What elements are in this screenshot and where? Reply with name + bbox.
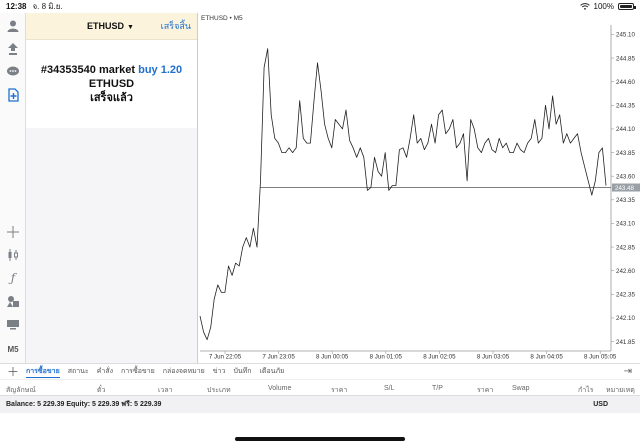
- battery-icon: [618, 3, 636, 10]
- x-tick-label: 8 Jun 05:05: [584, 354, 617, 361]
- status-time: 12:38: [6, 2, 27, 11]
- column-header[interactable]: S/L: [384, 385, 395, 392]
- price-series-line: [199, 48, 607, 341]
- tabs-container: การซื้อขาย สถานะ คำสั่ง การซื้อขาย กล่องจดหม…: [26, 366, 292, 378]
- column-header[interactable]: ราคา: [331, 385, 347, 396]
- done-button[interactable]: เสร็จสิ้น: [161, 19, 191, 33]
- y-tick-label: 243.35: [616, 197, 635, 204]
- column-header[interactable]: ราคา: [477, 385, 493, 396]
- column-header[interactable]: Volume: [268, 385, 291, 392]
- y-tick-label: 242.85: [616, 244, 635, 251]
- x-tick-label: 8 Jun 02:05: [423, 354, 456, 361]
- balance-row: Balance: 5 229.39 Equity: 5 229.39 ฟรี: …: [0, 396, 640, 413]
- tab-2[interactable]: คำสั่ง: [97, 366, 113, 378]
- chart-title: ETHUSD • M5: [201, 15, 243, 22]
- chevron-down-icon: ▼: [127, 24, 134, 31]
- column-header[interactable]: ประเภท: [207, 385, 231, 396]
- tab-4[interactable]: กล่องจดหมาย: [163, 366, 205, 378]
- order-action: buy 1.20: [138, 64, 183, 76]
- tab-3[interactable]: การซื้อขาย: [121, 366, 155, 378]
- column-header[interactable]: ตั๋ว: [97, 385, 105, 396]
- y-tick-label: 242.35: [616, 292, 635, 299]
- order-id: #34353540 market: [40, 64, 136, 76]
- home-indicator: [235, 437, 405, 441]
- y-tick-label: 244.85: [616, 55, 635, 62]
- order-symbol: ETHUSD: [88, 78, 135, 90]
- add-icon[interactable]: ＋: [0, 363, 26, 380]
- candles-icon[interactable]: [4, 246, 22, 264]
- y-tick-label: 243.60: [616, 173, 635, 180]
- y-tick-label: 243.85: [616, 150, 635, 157]
- tab-1[interactable]: สถานะ: [68, 366, 89, 378]
- balance-currency: USD: [593, 401, 608, 408]
- exchange-icon[interactable]: [4, 40, 22, 58]
- tab-5[interactable]: ข่าว: [213, 366, 226, 378]
- y-tick-label: 242.60: [616, 268, 635, 275]
- x-tick-label: 8 Jun 01:05: [370, 354, 403, 361]
- trade-header: ETHUSD ▼ เสร็จสิ้น: [26, 13, 197, 40]
- column-header[interactable]: กำไร: [578, 385, 593, 396]
- x-tick-label: 8 Jun 04:05: [530, 354, 563, 361]
- column-header[interactable]: Swap: [512, 385, 530, 392]
- x-tick-label: 8 Jun 03:05: [477, 354, 510, 361]
- status-right: 100%: [579, 2, 636, 11]
- exit-icon[interactable]: ⇥: [624, 366, 632, 377]
- y-tick-label: 243.10: [616, 221, 635, 228]
- x-tick-label: 8 Jun 00:05: [316, 354, 349, 361]
- y-tick-label: 244.60: [616, 79, 635, 86]
- table-header: สัญลักษณ์ ตั๋ว เวลา ประเภท Volume ราคา S/L T/P ร…: [0, 379, 640, 396]
- column-header[interactable]: หมายเหตุ: [606, 385, 635, 396]
- x-tick-label: 7 Jun 23:05: [262, 354, 295, 361]
- y-tick-label: 244.10: [616, 126, 635, 133]
- function-icon[interactable]: ƒ: [4, 269, 22, 287]
- column-header[interactable]: T/P: [432, 385, 443, 392]
- y-tick-label: 242.10: [616, 315, 635, 322]
- crosshair-icon[interactable]: [4, 223, 22, 241]
- wifi-icon: [579, 2, 590, 10]
- status-bar: 12:38 จ. 8 มิ.ย. 100%: [0, 0, 640, 13]
- y-tick-label: 244.35: [616, 103, 635, 110]
- status-date: จ. 8 มิ.ย.: [32, 2, 63, 11]
- chart-type-icon[interactable]: [4, 315, 22, 333]
- y-tick-label: 245.10: [616, 32, 635, 39]
- current-price-label: 243.48: [615, 185, 634, 192]
- order-line: #34353540 market buy 1.20: [26, 63, 197, 77]
- order-result: #34353540 market buy 1.20 ETHUSD เสร็จแล…: [26, 40, 197, 105]
- x-tick-label: 7 Jun 22:05: [209, 354, 242, 361]
- column-header[interactable]: สัญลักษณ์: [6, 385, 36, 396]
- bottom-tab-bar: ＋ การซื้อขาย สถานะ คำสั่ง การซื้อขาย กล่องจด…: [0, 363, 640, 379]
- symbol-label: ETHUSD: [87, 21, 125, 31]
- new-order-icon[interactable]: [4, 86, 22, 104]
- tab-6[interactable]: บันทึก: [233, 366, 251, 378]
- trade-panel-background: [26, 128, 197, 363]
- order-status: เสร็จแล้ว: [90, 92, 133, 104]
- battery-percent: 100%: [593, 2, 614, 11]
- tab-7[interactable]: เตือนภัย: [260, 366, 285, 378]
- trade-panel: ETHUSD ▼ เสร็จสิ้น #34353540 market buy 1…: [26, 13, 197, 128]
- chat-icon[interactable]: [4, 63, 22, 81]
- timeframe-button[interactable]: M5: [4, 340, 22, 358]
- tab-0[interactable]: การซื้อขาย: [26, 366, 60, 378]
- chart-svg: 245.10 244.85 244.60 244.35 244.10 243.85 243.…: [199, 25, 640, 361]
- app-root: 12:38 จ. 8 มิ.ย. 100% ƒ M5 ETHUSD ▼ เสร็…: [0, 0, 640, 447]
- column-header[interactable]: เวลา: [158, 385, 173, 396]
- left-toolbar: ƒ M5: [0, 13, 26, 363]
- price-chart[interactable]: 245.10 244.85 244.60 244.35 244.10 243.85 243.…: [197, 13, 640, 363]
- balance-summary: Balance: 5 229.39 Equity: 5 229.39 ฟรี: …: [6, 401, 162, 408]
- y-tick-label: 241.85: [616, 339, 635, 346]
- objects-icon[interactable]: [4, 292, 22, 310]
- symbol-selector[interactable]: ETHUSD ▼: [87, 21, 134, 31]
- user-icon[interactable]: [4, 17, 22, 35]
